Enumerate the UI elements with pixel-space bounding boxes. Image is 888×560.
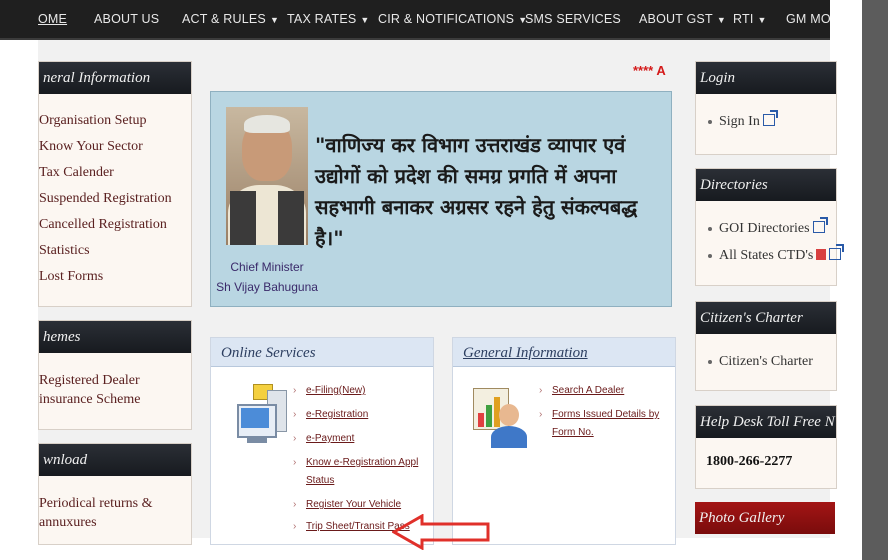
- citizens-charter-list: Citizen's Charter: [696, 348, 813, 375]
- external-link-icon: [812, 217, 828, 233]
- nav-home[interactable]: OME: [38, 12, 67, 26]
- link-e-registration[interactable]: e-Registration: [293, 406, 441, 424]
- cm-banner: Chief Minister Sh Vijay Bahuguna "वाणिज्…: [210, 91, 672, 307]
- nav-cir-notifications[interactable]: CIR & NOTIFICATIONS ▼: [378, 12, 527, 26]
- link-tax-calender[interactable]: Tax Calender: [39, 160, 172, 186]
- link-annuxures[interactable]: annuxures: [39, 513, 153, 532]
- photo-gallery-panel: Photo Gallery: [695, 502, 835, 542]
- general-information-links: Search A Dealer Forms Issued Details by …: [539, 382, 665, 442]
- schemes-panel: hemes Registered Dealer insurance Scheme: [38, 320, 192, 430]
- arrow-left-icon: [392, 514, 490, 550]
- photo-gallery-title[interactable]: Photo Gallery: [695, 502, 835, 534]
- nav-gm-mod[interactable]: GM MOD: [786, 12, 830, 26]
- citizens-charter-title: Citizen's Charter: [696, 302, 836, 334]
- news-marquee[interactable]: **** A: [633, 63, 666, 78]
- online-services-links: e-Filing(New) e-Registration e-Payment K…: [293, 382, 441, 536]
- general-information-panel: neral Information Organisation Setup Kno…: [38, 61, 192, 307]
- cm-title: Chief Minister: [230, 260, 304, 274]
- bullet-icon: [708, 253, 712, 258]
- nav-cir-label: CIR & NOTIFICATIONS: [378, 12, 515, 26]
- general-information-title[interactable]: General Information: [453, 338, 675, 367]
- link-goi-directories[interactable]: GOI Directories: [696, 215, 841, 242]
- chevron-down-icon: ▼: [716, 15, 726, 25]
- online-services-title: Online Services: [211, 338, 433, 367]
- general-information-list: Organisation Setup Know Your Sector Tax …: [39, 108, 172, 290]
- bullet-icon: [708, 119, 712, 124]
- directories-title: Directories: [696, 169, 836, 201]
- link-insurance-scheme[interactable]: insurance Scheme: [39, 390, 140, 409]
- pdf-icon: [816, 249, 827, 260]
- panel-title: neral Information: [39, 62, 191, 94]
- panel-title: wnload: [39, 444, 191, 476]
- login-title: Login: [696, 62, 836, 94]
- nav-about-gst-label: ABOUT GST: [639, 12, 713, 26]
- link-lost-forms[interactable]: Lost Forms: [39, 264, 172, 290]
- external-link-icon: [762, 110, 778, 126]
- nav-about-gst[interactable]: ABOUT GST ▼: [639, 12, 726, 26]
- cm-name: Sh Vijay Bahuguna: [216, 280, 318, 294]
- link-search-a-dealer[interactable]: Search A Dealer: [539, 382, 665, 400]
- link-cancelled-registration[interactable]: Cancelled Registration: [39, 212, 172, 238]
- bullet-icon: [708, 359, 712, 364]
- chevron-down-icon: ▼: [269, 15, 280, 25]
- link-register-your-vehicle[interactable]: Register Your Vehicle: [293, 496, 441, 514]
- login-panel: Login Sign In: [695, 61, 837, 155]
- download-panel: wnload Periodical returns & annuxures: [38, 443, 192, 545]
- top-navigation: OME ABOUT US ACT & RULES ▼ TAX RATES ▼ CIR…: [0, 0, 830, 40]
- nav-sms-services[interactable]: SMS SERVICES: [525, 12, 621, 26]
- nav-tax-rates[interactable]: TAX RATES ▼: [287, 12, 370, 26]
- citizens-charter-label: Citizen's Charter: [719, 354, 813, 369]
- link-know-e-registration-status[interactable]: Know e-Registration Appl Status: [293, 454, 441, 490]
- analyst-chart-icon: [471, 382, 531, 448]
- nav-tax-rates-label: TAX RATES: [287, 12, 357, 26]
- helpdesk-title: Help Desk Toll Free N: [696, 406, 836, 438]
- goi-directories-label: GOI Directories: [719, 221, 810, 236]
- link-forms-issued-details[interactable]: Forms Issued Details by Form No.: [539, 406, 665, 442]
- link-registered-dealer[interactable]: Registered Dealer: [39, 371, 140, 390]
- computer-icon: [233, 384, 293, 450]
- nav-act-rules[interactable]: ACT & RULES ▼: [182, 12, 279, 26]
- sign-in-label: Sign In: [719, 114, 760, 129]
- link-know-your-sector[interactable]: Know Your Sector: [39, 134, 172, 160]
- link-statistics[interactable]: Statistics: [39, 238, 172, 264]
- citizens-charter-panel: Citizen's Charter Citizen's Charter: [695, 301, 837, 391]
- login-list: Sign In: [696, 108, 778, 135]
- link-e-payment[interactable]: e-Payment: [293, 430, 441, 448]
- chevron-down-icon: ▼: [360, 15, 370, 25]
- link-sign-in[interactable]: Sign In: [696, 108, 778, 135]
- all-states-ctd-label: All States CTD's: [719, 248, 814, 263]
- window-edge: [862, 0, 888, 560]
- link-citizens-charter[interactable]: Citizen's Charter: [696, 348, 813, 375]
- link-periodical-returns[interactable]: Periodical returns &: [39, 494, 153, 513]
- link-organisation-setup[interactable]: Organisation Setup: [39, 108, 172, 134]
- link-e-filing[interactable]: e-Filing(New): [293, 382, 441, 400]
- nav-about-us[interactable]: ABOUT US: [94, 12, 159, 26]
- link-all-states-ctd[interactable]: All States CTD's: [696, 242, 845, 269]
- directories-panel: Directories GOI Directories All States C…: [695, 168, 845, 286]
- banner-quote: "वाणिज्य कर विभाग उत्तराखंड व्यापार एवं …: [315, 133, 638, 250]
- nav-act-rules-label: ACT & RULES: [182, 12, 266, 26]
- external-link-icon: [829, 244, 845, 260]
- download-list: Periodical returns & annuxures: [39, 494, 153, 532]
- nav-rti[interactable]: RTI ▼: [733, 12, 767, 26]
- chief-minister-photo: [226, 107, 308, 245]
- helpdesk-panel: Help Desk Toll Free N 1800-266-2277: [695, 405, 837, 489]
- bullet-icon: [708, 226, 712, 231]
- nav-rti-label: RTI: [733, 12, 754, 26]
- helpdesk-number: 1800-266-2277: [706, 454, 793, 469]
- link-suspended-registration[interactable]: Suspended Registration: [39, 186, 172, 212]
- directories-list: GOI Directories All States CTD's: [696, 215, 845, 269]
- chevron-down-icon: ▼: [757, 15, 767, 25]
- schemes-list: Registered Dealer insurance Scheme: [39, 371, 140, 409]
- panel-title: hemes: [39, 321, 191, 353]
